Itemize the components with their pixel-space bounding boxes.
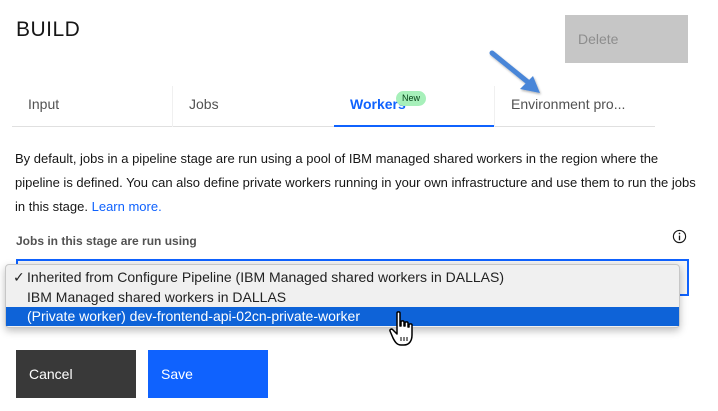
dropdown-option-private-worker[interactable]: (Private worker) dev-frontend-api-02cn-p… bbox=[6, 307, 679, 326]
info-icon[interactable] bbox=[672, 229, 687, 244]
tab-input[interactable]: Input bbox=[12, 86, 172, 127]
hand-cursor-icon bbox=[389, 311, 413, 346]
dropdown-option-ibm-managed[interactable]: IBM Managed shared workers in DALLAS bbox=[6, 288, 679, 307]
delete-button[interactable]: Delete bbox=[565, 15, 688, 63]
learn-more-link[interactable]: Learn more. bbox=[92, 199, 162, 214]
page-title: BUILD bbox=[16, 18, 81, 41]
workers-field-label: Jobs in this stage are run using bbox=[16, 234, 197, 248]
save-button[interactable]: Save bbox=[148, 350, 268, 398]
pointer-arrow-icon bbox=[489, 50, 540, 93]
option-label: (Private worker) dev-frontend-api-02cn-p… bbox=[27, 308, 361, 324]
tab-bar: Input Jobs Workers Environment pro... bbox=[12, 86, 655, 128]
tab-label: Input bbox=[28, 96, 60, 112]
option-label: IBM Managed shared workers in DALLAS bbox=[27, 289, 287, 305]
cancel-button[interactable]: Cancel bbox=[16, 350, 136, 398]
checkmark-icon: ✓ bbox=[13, 269, 25, 285]
workers-dropdown-menu: ✓ Inherited from Configure Pipeline (IBM… bbox=[5, 264, 680, 328]
new-badge: New bbox=[396, 91, 427, 106]
option-label: Inherited from Configure Pipeline (IBM M… bbox=[27, 269, 505, 285]
dropdown-option-inherited[interactable]: ✓ Inherited from Configure Pipeline (IBM… bbox=[6, 268, 679, 287]
tab-label: Environment pro... bbox=[511, 96, 626, 112]
workers-description: By default, jobs in a pipeline stage are… bbox=[15, 147, 705, 219]
tab-jobs[interactable]: Jobs bbox=[173, 86, 334, 127]
tab-label: Jobs bbox=[189, 96, 219, 112]
tab-divider bbox=[172, 86, 173, 127]
